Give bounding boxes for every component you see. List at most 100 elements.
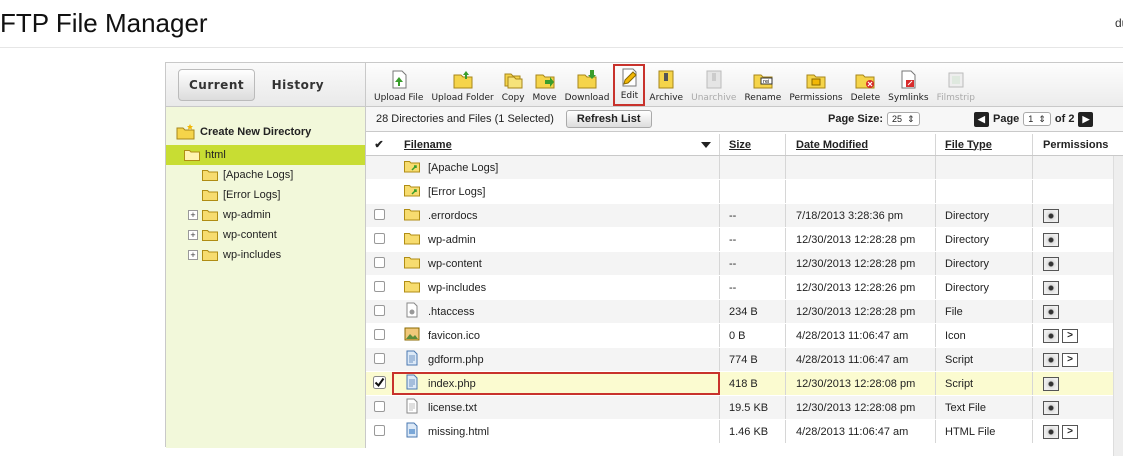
download-button[interactable]: Download [561, 64, 614, 106]
stepper-icon: ⇕ [1038, 113, 1046, 124]
filename-cell[interactable]: wp-includes [392, 276, 720, 299]
expand-icon[interactable]: + [188, 230, 198, 240]
tab-history[interactable]: History [262, 70, 335, 100]
delete-button[interactable]: Delete [847, 64, 885, 106]
table-row[interactable]: index.php 418 B 12/30/2013 12:28:08 pm Scri… [366, 372, 1123, 396]
vertical-scrollbar[interactable] [1113, 156, 1123, 456]
view-permissions-icon[interactable] [1043, 424, 1059, 439]
table-row[interactable]: .errordocs -- 7/18/2013 3:28:36 pm Director… [366, 204, 1123, 228]
row-checkbox[interactable] [373, 304, 385, 316]
next-page-button[interactable]: ▶ [1078, 111, 1094, 127]
toolbar-button-label: Move [532, 93, 557, 103]
filename-cell[interactable]: .errordocs [392, 204, 720, 227]
view-permissions-icon[interactable] [1043, 328, 1059, 343]
row-checkbox[interactable] [373, 232, 385, 244]
run-script-icon[interactable]: > [1062, 328, 1078, 343]
size-cell: -- [720, 252, 786, 275]
filename-cell[interactable]: wp-admin [392, 228, 720, 251]
file-name: wp-content [428, 257, 482, 270]
copy-button[interactable]: Copy [498, 64, 529, 106]
table-row[interactable]: [Error Logs] [366, 180, 1123, 204]
tree-item-error-logs[interactable]: [Error Logs] [166, 185, 365, 205]
rename-button[interactable]: rei Rename [740, 64, 785, 106]
filename-cell[interactable]: gdform.php [392, 348, 720, 371]
tree-item-html[interactable]: html [166, 145, 365, 165]
table-row[interactable]: [Apache Logs] [366, 156, 1123, 180]
select-all-checkmark-icon[interactable]: ✔ [366, 138, 392, 151]
row-select-cell [366, 208, 392, 223]
page-select[interactable]: 1 ⇕ [1023, 112, 1051, 126]
unarchive-button[interactable]: Unarchive [687, 64, 740, 106]
upload-folder-button[interactable]: Upload Folder [427, 64, 497, 106]
row-checkbox[interactable] [373, 280, 385, 292]
table-row[interactable]: missing.html 1.46 KB 4/28/2013 11:06:47 am… [366, 420, 1123, 444]
filmstrip-button[interactable]: Filmstrip [933, 64, 979, 106]
tab-current[interactable]: Current [178, 69, 256, 101]
row-checkbox[interactable] [373, 352, 385, 364]
expand-icon[interactable]: + [188, 210, 198, 220]
row-checkbox[interactable] [373, 424, 385, 436]
run-script-icon[interactable]: > [1062, 424, 1078, 439]
folder-icon [184, 149, 200, 161]
view-permissions-icon[interactable] [1043, 280, 1059, 295]
page-label: Page [993, 113, 1020, 125]
row-checkbox[interactable] [373, 400, 385, 412]
checkbox-checked-icon[interactable] [372, 375, 386, 389]
date-cell: 7/18/2013 3:28:36 pm [786, 204, 936, 227]
page-size-value: 25 [892, 114, 903, 124]
table-row[interactable]: wp-content -- 12/30/2013 12:28:28 pm Direct… [366, 252, 1123, 276]
file-name: .htaccess [428, 305, 475, 318]
tree-item-wp-admin[interactable]: + wp-admin [166, 205, 365, 225]
row-checkbox[interactable] [373, 208, 385, 220]
filename-cell[interactable]: [Apache Logs] [392, 156, 720, 179]
filename-cell[interactable]: missing.html [392, 420, 720, 443]
rename-icon: rei [753, 74, 773, 89]
permissions-button[interactable]: Permissions [785, 64, 846, 106]
symlinks-button[interactable]: Symlinks [884, 64, 932, 106]
move-button[interactable]: Move [529, 64, 561, 106]
view-permissions-icon[interactable] [1043, 208, 1059, 223]
filename-cell[interactable]: index.php [392, 372, 720, 395]
prev-page-button[interactable]: ◀ [974, 111, 989, 127]
filename-cell[interactable]: favicon.ico [392, 324, 720, 347]
refresh-list-button[interactable]: Refresh List [565, 110, 652, 128]
file-table: ✔ Filename Size Date Modified File Type … [366, 134, 1123, 444]
tree-item-wp-includes[interactable]: + wp-includes [166, 245, 365, 265]
run-script-icon[interactable]: > [1062, 352, 1078, 367]
toolbar-button-label: Rename [744, 93, 782, 103]
filename-column-header[interactable]: Filename [392, 134, 720, 155]
upload-file-button[interactable]: Upload File [370, 64, 427, 106]
view-permissions-icon[interactable] [1043, 304, 1059, 319]
edit-button[interactable]: Edit [613, 64, 646, 106]
table-row[interactable]: wp-includes -- 12/30/2013 12:28:26 pm Direc… [366, 276, 1123, 300]
file-type-column-header[interactable]: File Type [936, 134, 1033, 155]
row-select-cell [366, 256, 392, 271]
row-checkbox[interactable] [373, 328, 385, 340]
date-modified-column-header[interactable]: Date Modified [786, 134, 936, 155]
create-new-directory-button[interactable]: Create New Directory [166, 107, 365, 145]
tree-item-wp-content[interactable]: + wp-content [166, 225, 365, 245]
table-row[interactable]: license.txt 19.5 KB 12/30/2013 12:28:08 pm… [366, 396, 1123, 420]
size-column-header[interactable]: Size [720, 134, 786, 155]
expand-icon[interactable]: + [188, 250, 198, 260]
filename-cell[interactable]: [Error Logs] [392, 180, 720, 203]
download-icon [577, 70, 597, 89]
view-permissions-icon[interactable] [1043, 232, 1059, 247]
filename-cell[interactable]: .htaccess [392, 300, 720, 323]
user-name[interactable]: du [1115, 16, 1123, 30]
archive-button[interactable]: Archive [645, 64, 687, 106]
tree-item-apache-logs[interactable]: [Apache Logs] [166, 165, 365, 185]
filename-cell[interactable]: wp-content [392, 252, 720, 275]
table-row[interactable]: .htaccess 234 B 12/30/2013 12:28:28 pm File [366, 300, 1123, 324]
view-permissions-icon[interactable] [1043, 400, 1059, 415]
table-row[interactable]: wp-admin -- 12/30/2013 12:28:28 pm Director… [366, 228, 1123, 252]
filename-cell[interactable]: license.txt [392, 396, 720, 419]
view-permissions-icon[interactable] [1043, 376, 1059, 391]
table-row[interactable]: favicon.ico 0 B 4/28/2013 11:06:47 am Icon > [366, 324, 1123, 348]
view-permissions-icon[interactable] [1043, 352, 1059, 367]
row-checkbox[interactable] [373, 256, 385, 268]
page-size-select[interactable]: 25 ⇕ [887, 112, 920, 126]
view-permissions-icon[interactable] [1043, 256, 1059, 271]
table-row[interactable]: gdform.php 774 B 4/28/2013 11:06:47 am Scri… [366, 348, 1123, 372]
folder-icon [202, 189, 218, 201]
